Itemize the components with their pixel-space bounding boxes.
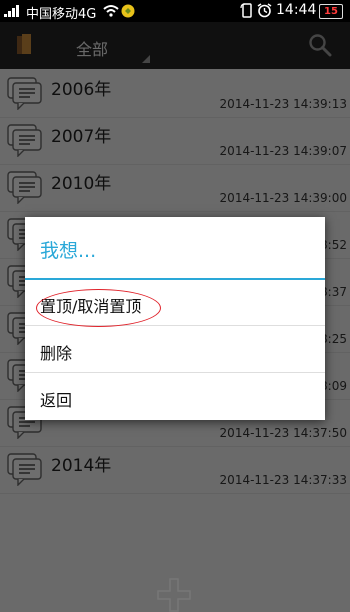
clock: 14:44 — [276, 2, 317, 18]
carrier-label: 中国移动4G — [26, 7, 97, 22]
dialog-title: 我想... — [40, 240, 97, 262]
app-notification-icon — [121, 4, 135, 18]
option-pin-toggle[interactable]: 置顶/取消置顶 — [25, 280, 325, 326]
status-bar: 中国移动4G 14:44 15 — [0, 0, 350, 22]
option-divider — [25, 325, 325, 326]
option-divider — [25, 372, 325, 373]
add-icon[interactable] — [157, 578, 191, 612]
option-label: 置顶/取消置顶 — [40, 297, 142, 316]
option-label: 删除 — [40, 344, 73, 363]
alarm-icon — [257, 3, 272, 18]
options-dialog: 我想... 置顶/取消置顶 删除 返回 — [25, 217, 325, 420]
option-delete[interactable]: 删除 — [25, 327, 325, 373]
battery-indicator: 15 — [319, 4, 343, 19]
signal-icon — [4, 5, 19, 17]
wifi-icon — [103, 5, 119, 17]
option-label: 返回 — [40, 391, 73, 410]
rotation-icon — [240, 3, 252, 18]
option-back[interactable]: 返回 — [25, 374, 325, 420]
